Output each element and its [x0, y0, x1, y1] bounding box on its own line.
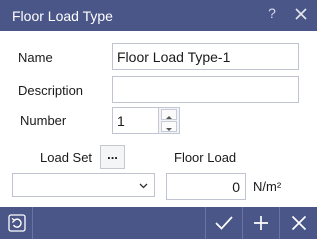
- load-set-dropdown[interactable]: [12, 173, 155, 197]
- name-input[interactable]: [112, 43, 299, 70]
- load-set-label: Load Set: [40, 150, 93, 165]
- plus-icon: [254, 216, 268, 230]
- close-icon[interactable]: [293, 6, 309, 22]
- footer-separator: [32, 207, 33, 239]
- dialog-title: Floor Load Type: [12, 8, 113, 24]
- increment-button[interactable]: [161, 109, 177, 120]
- close-icon: [291, 215, 307, 231]
- number-input[interactable]: [112, 107, 159, 134]
- number-label: Number: [20, 113, 67, 128]
- number-stepper: [158, 107, 180, 134]
- ok-button[interactable]: [206, 207, 242, 239]
- reset-button[interactable]: [0, 207, 32, 239]
- reset-icon: [8, 214, 26, 232]
- help-button[interactable]: ?: [265, 5, 279, 21]
- dialog-titlebar: Floor Load Type ?: [0, 0, 317, 31]
- arrow-down-icon: [166, 128, 172, 131]
- chevron-down-icon: [139, 183, 148, 189]
- name-label: Name: [18, 50, 53, 65]
- checkmark-icon: [215, 216, 233, 230]
- floor-load-unit: N/m²: [253, 179, 282, 194]
- dialog-footer: [0, 207, 317, 239]
- floor-load-input[interactable]: [166, 173, 246, 200]
- load-set-browse-button[interactable]: ...: [100, 145, 125, 169]
- floor-load-label: Floor Load: [174, 150, 237, 165]
- add-button[interactable]: [243, 207, 279, 239]
- description-input[interactable]: [112, 76, 299, 103]
- decrement-button[interactable]: [161, 121, 177, 132]
- cancel-button[interactable]: [280, 207, 317, 239]
- description-label: Description: [18, 83, 84, 98]
